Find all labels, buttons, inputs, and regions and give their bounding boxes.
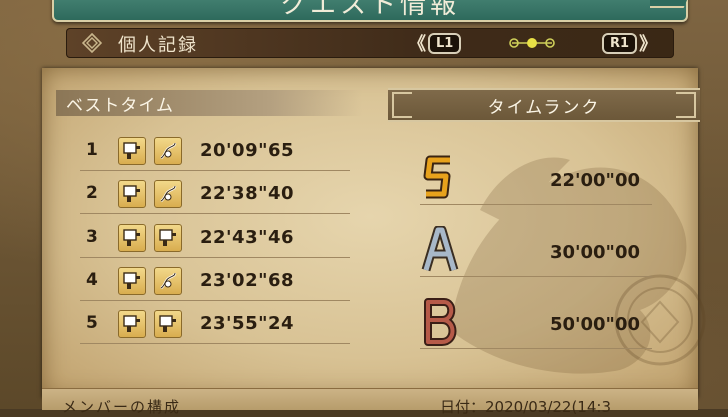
weapon-icon xyxy=(118,224,146,252)
rank-a-time: 30'00"00 xyxy=(549,242,640,263)
personal-record-header: 個人記録 《 L1 R1 》 xyxy=(66,28,674,58)
time-rank-header: タイムランク xyxy=(388,88,700,122)
best-time-value: 20'09"65 xyxy=(200,140,295,161)
best-time-header: ベストタイム xyxy=(56,90,362,116)
time-rank-row-s: 22'00"00 xyxy=(420,148,652,205)
weapon-icon xyxy=(118,180,146,208)
best-time-value: 22'43"46 xyxy=(200,227,295,248)
rank-b-icon xyxy=(424,298,457,346)
rank-s-icon xyxy=(423,155,451,199)
row-rank: 2 xyxy=(86,183,98,203)
best-time-row: 2 22'38"40 xyxy=(80,175,350,214)
best-time-title: ベストタイム xyxy=(66,96,174,116)
double-chevron-right-icon: 》 xyxy=(639,34,658,55)
row-rank: 5 xyxy=(86,313,98,333)
weapon-icon xyxy=(118,310,146,338)
members-composition-label: メンバーの構成 xyxy=(62,398,182,416)
best-time-row: 4 23'02"68 xyxy=(80,262,350,301)
l1-key-label: L1 xyxy=(428,32,462,54)
header-label: 個人記録 xyxy=(118,35,198,56)
weapon-icon xyxy=(154,180,182,208)
best-time-value: 22'38"40 xyxy=(200,183,295,204)
best-time-value: 23'55"24 xyxy=(200,313,295,334)
weapon-icon xyxy=(118,137,146,165)
best-time-value: 23'02"68 xyxy=(200,270,295,291)
rank-a-icon xyxy=(421,226,459,272)
weapon-icon xyxy=(154,310,182,338)
page-indicator xyxy=(509,38,555,48)
r1-key-label: R1 xyxy=(602,32,638,54)
rank-s-time: 22'00"00 xyxy=(549,170,640,191)
best-time-row: 3 22'43"46 xyxy=(80,219,350,258)
time-rank-title: タイムランク xyxy=(487,98,601,118)
header-bracket-right xyxy=(676,92,696,118)
row-rank: 1 xyxy=(86,140,98,160)
rank-b-time: 50'00"00 xyxy=(549,314,640,335)
next-page-button[interactable]: R1 》 xyxy=(600,31,657,55)
weapon-icon xyxy=(154,137,182,165)
prev-page-button[interactable]: 《 L1 xyxy=(408,31,463,55)
weapon-icon xyxy=(154,224,182,252)
banner-title: クエスト情報 xyxy=(279,0,460,20)
double-chevron-left-icon: 《 xyxy=(408,34,426,55)
best-time-row: 1 20'09"65 xyxy=(80,132,350,171)
row-rank: 3 xyxy=(86,227,98,247)
weapon-icon xyxy=(154,267,182,295)
record-icon xyxy=(82,33,102,53)
row-rank: 4 xyxy=(86,270,98,290)
time-rank-row-b: 50'00"00 xyxy=(420,292,652,349)
quest-info-banner: クエスト情報 xyxy=(52,0,692,22)
weapon-icon xyxy=(118,267,146,295)
best-time-row: 5 23'55"24 xyxy=(80,305,350,344)
date-label: 日付：2020/03/22(14:3 xyxy=(440,398,611,416)
page-dot-2-active xyxy=(527,38,537,48)
time-rank-row-a: 30'00"00 xyxy=(420,220,652,277)
